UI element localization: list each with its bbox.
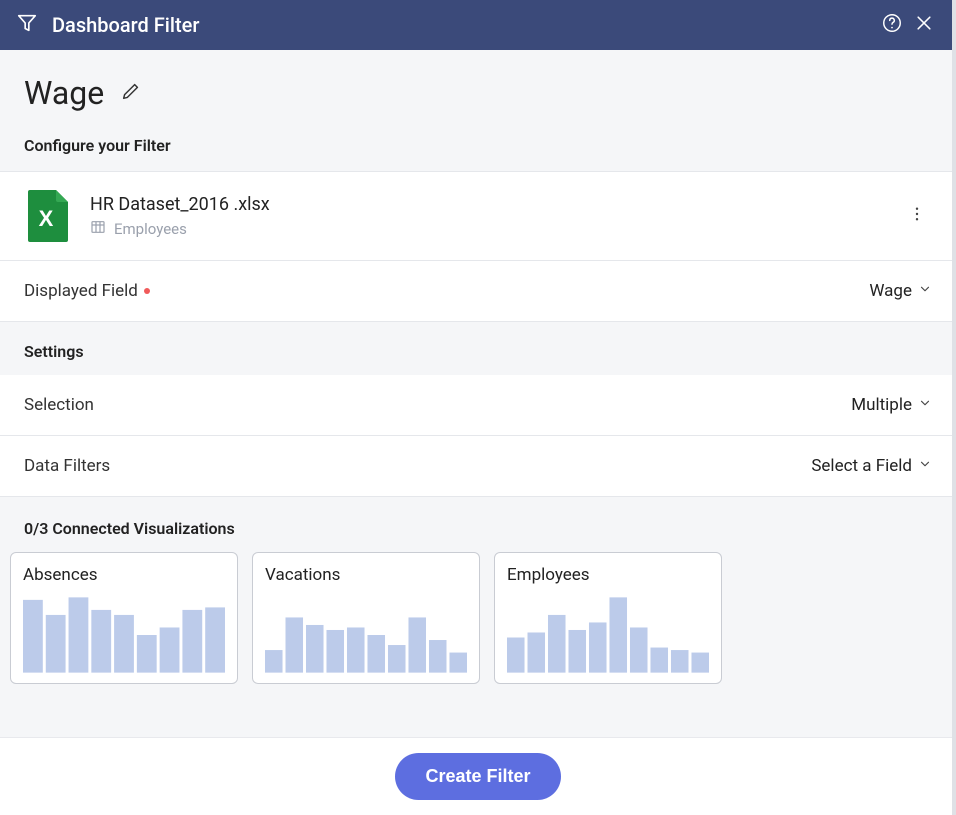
filter-icon — [16, 12, 38, 38]
chevron-down-icon — [918, 456, 932, 476]
bar-chart-icon — [507, 595, 709, 675]
table-icon — [90, 219, 106, 239]
displayed-field-value[interactable]: Wage — [869, 281, 932, 301]
data-source-text: HR Dataset_2016 .xlsx Employees — [90, 194, 270, 239]
excel-file-icon: X — [24, 190, 68, 242]
data-source-sheet-name: Employees — [114, 220, 187, 238]
more-icon — [908, 208, 926, 227]
displayed-field-label-text: Displayed Field — [24, 281, 138, 301]
dialog-footer: Create Filter — [0, 737, 956, 815]
selection-value[interactable]: Multiple — [851, 395, 932, 415]
displayed-field-value-text: Wage — [869, 281, 912, 301]
rename-filter-button[interactable] — [120, 80, 142, 106]
connected-visualizations-label: 0/3 Connected Visualizations — [0, 497, 956, 552]
close-icon — [914, 13, 934, 37]
chevron-down-icon — [918, 281, 932, 301]
data-source-filename: HR Dataset_2016 .xlsx — [90, 194, 270, 215]
data-filters-value[interactable]: Select a Field — [811, 456, 932, 476]
data-source-sheet-row: Employees — [90, 219, 270, 239]
scrollbar-track[interactable] — [952, 0, 956, 815]
data-filters-row[interactable]: Data Filters Select a Field — [0, 436, 956, 497]
bar-chart-icon — [23, 595, 225, 675]
data-filters-value-text: Select a Field — [811, 456, 912, 476]
required-indicator — [144, 288, 150, 294]
visualization-card-title: Absences — [23, 565, 225, 585]
selection-label: Selection — [24, 395, 94, 415]
create-filter-button[interactable]: Create Filter — [395, 753, 560, 800]
filter-name-row: Wage — [0, 50, 956, 128]
close-button[interactable] — [908, 9, 940, 41]
visualization-card-title: Employees — [507, 565, 709, 585]
visualization-card[interactable]: Employees — [494, 552, 722, 684]
visualization-cards-container: Absences Vacations Employees — [0, 552, 956, 684]
settings-section-label: Settings — [0, 322, 956, 375]
data-source-row[interactable]: X HR Dataset_2016 .xlsx Employees — [0, 172, 956, 260]
displayed-field-label: Displayed Field — [24, 281, 150, 301]
pencil-icon — [120, 87, 142, 106]
selection-value-text: Multiple — [851, 395, 912, 415]
header-title-group: Dashboard Filter — [16, 12, 199, 38]
data-filters-label: Data Filters — [24, 456, 110, 476]
dialog-header: Dashboard Filter — [0, 0, 956, 50]
data-source-card: X HR Dataset_2016 .xlsx Employees — [0, 171, 956, 261]
configure-section-label: Configure your Filter — [0, 128, 956, 171]
bar-chart-icon — [265, 595, 467, 675]
visualization-card-title: Vacations — [265, 565, 467, 585]
selection-row[interactable]: Selection Multiple — [0, 375, 956, 436]
filter-name: Wage — [24, 74, 104, 112]
chevron-down-icon — [918, 395, 932, 415]
data-source-more-button[interactable] — [902, 199, 932, 233]
svg-text:X: X — [39, 206, 54, 231]
visualization-card[interactable]: Absences — [10, 552, 238, 684]
displayed-field-row[interactable]: Displayed Field Wage — [0, 261, 956, 322]
header-title: Dashboard Filter — [52, 13, 199, 37]
help-button[interactable] — [876, 9, 908, 41]
help-icon — [881, 12, 903, 38]
visualization-card[interactable]: Vacations — [252, 552, 480, 684]
